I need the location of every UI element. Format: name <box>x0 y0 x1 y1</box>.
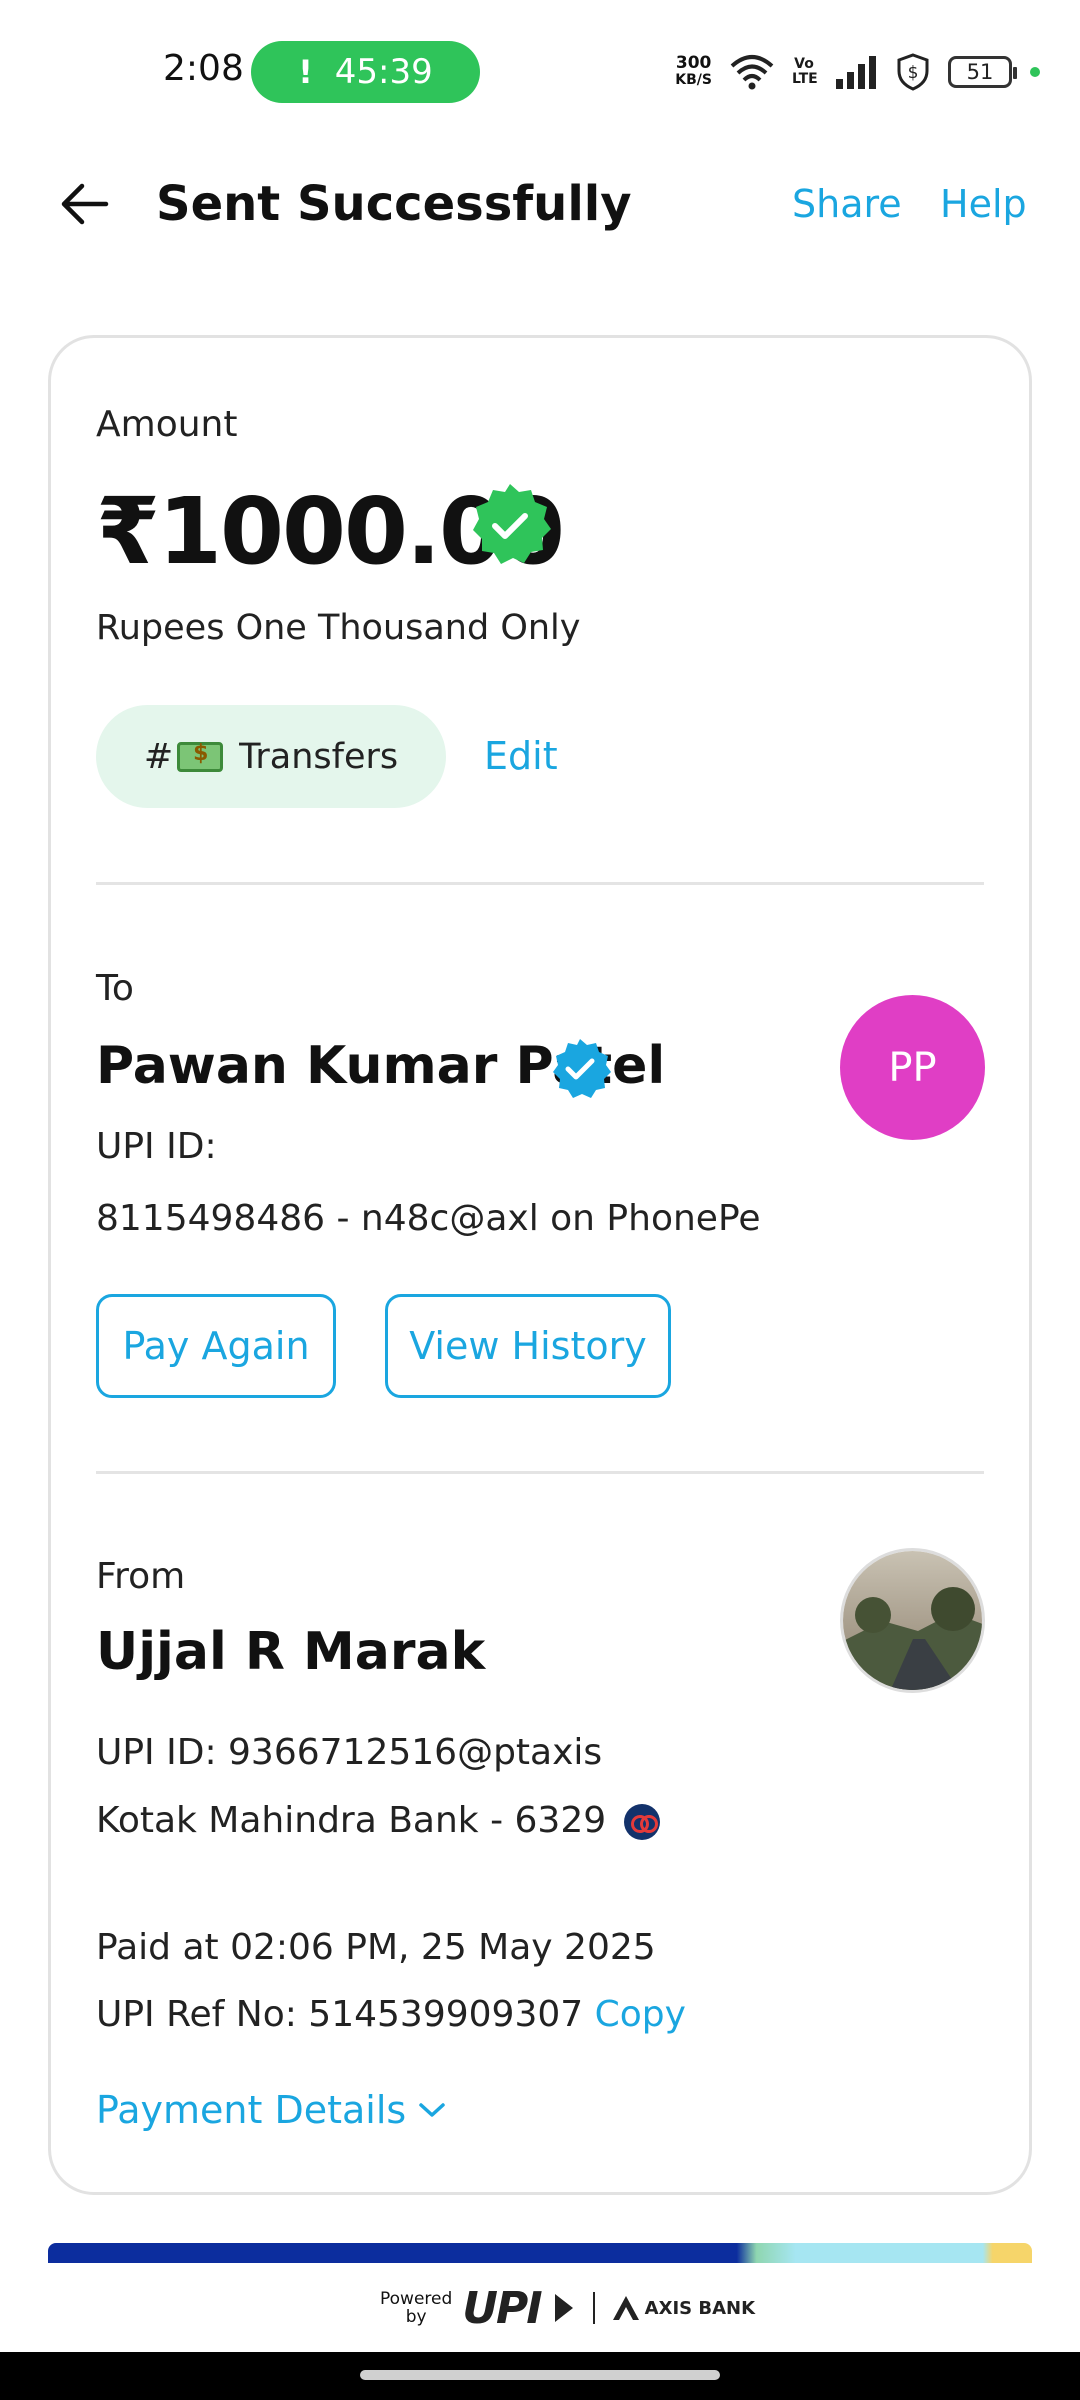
shield-dollar-icon: $ <box>897 53 929 91</box>
promo-banner[interactable] <box>48 2243 1032 2263</box>
share-link[interactable]: Share <box>792 182 902 226</box>
axis-bank-logo: AXIS BANK <box>611 2295 755 2321</box>
verified-blue-icon <box>553 1039 611 1098</box>
upi-ref: UPI Ref No: 514539909307 Copy <box>96 1994 686 2035</box>
divider <box>96 882 984 885</box>
upi-arrow-icon <box>554 2294 573 2322</box>
back-arrow-icon[interactable] <box>56 176 112 232</box>
sender-upi-id: UPI ID: 9366712516@ptaxis <box>96 1732 603 1773</box>
sender-name: Ujjal R Marak <box>96 1622 486 1682</box>
payment-details-toggle[interactable]: Payment Details <box>96 2088 446 2132</box>
sender-bank: Kotak Mahindra Bank - 6329 <box>96 1800 661 1841</box>
paid-at: Paid at 02:06 PM, 25 May 2025 <box>96 1927 656 1968</box>
wifi-icon <box>730 55 774 90</box>
money-icon <box>177 741 224 772</box>
call-timer: 45:39 <box>334 52 433 92</box>
recipient-avatar: PP <box>840 995 985 1140</box>
upi-logo: UPI <box>462 2282 542 2334</box>
chevron-down-icon <box>419 2103 445 2117</box>
help-link[interactable]: Help <box>940 182 1027 226</box>
call-indicator-icon: ! <box>298 53 313 91</box>
copy-ref-link[interactable]: Copy <box>595 1994 686 2035</box>
status-icons: 300 KB/S Vo LTE $ 51 <box>675 46 1040 98</box>
amount-in-words: Rupees One Thousand Only <box>96 608 581 648</box>
powered-by-footer: Powered by UPI AXIS BANK <box>380 2282 756 2334</box>
axis-logo-icon <box>612 2296 639 2320</box>
kotak-bank-logo-icon <box>624 1804 661 1840</box>
view-history-button[interactable]: View History <box>385 1294 671 1398</box>
category-tag[interactable]: # Transfers <box>96 705 446 808</box>
status-time: 2:08 <box>163 48 244 89</box>
recipient-upi-label: UPI ID: <box>96 1126 217 1167</box>
success-verified-icon <box>473 484 551 564</box>
from-label: From <box>96 1556 186 1597</box>
sender-avatar <box>840 1548 985 1693</box>
svg-text:$: $ <box>908 63 919 83</box>
recipient-upi-detail: 8115498486 - n48c@axl on PhonePe <box>96 1198 761 1239</box>
amount-label: Amount <box>96 404 238 445</box>
home-gesture-handle[interactable] <box>360 2370 720 2380</box>
signal-icon <box>836 56 876 89</box>
status-dot <box>1030 67 1040 77</box>
net-speed: 300 KB/S <box>675 53 712 89</box>
divider <box>96 1471 984 1474</box>
pay-again-button[interactable]: Pay Again <box>96 1294 336 1398</box>
to-label: To <box>96 968 134 1009</box>
call-timer-pill[interactable]: ! 45:39 <box>251 41 480 103</box>
volte-icon: Vo LTE <box>792 56 818 87</box>
page-title: Sent Successfully <box>156 176 632 232</box>
tag-label: Transfers <box>239 736 399 777</box>
edit-tag-link[interactable]: Edit <box>484 734 558 778</box>
battery-indicator: 51 <box>948 56 1017 88</box>
